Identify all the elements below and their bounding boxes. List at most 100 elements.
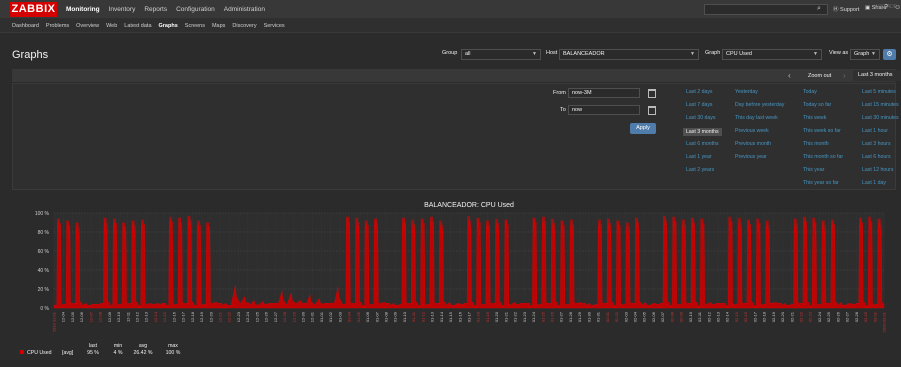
view-as-select[interactable]: Graph ▼ bbox=[850, 49, 880, 60]
quick-range-last-1-year[interactable]: Last 1 year bbox=[686, 154, 712, 160]
subnav-discovery[interactable]: Discovery bbox=[232, 23, 256, 29]
x-tick-label: 02-10 bbox=[688, 311, 693, 322]
x-tick-label: 01-10 bbox=[402, 311, 407, 322]
subnav-maps[interactable]: Maps bbox=[212, 23, 225, 29]
group-select[interactable]: all ▼ bbox=[461, 49, 541, 60]
subnav-problems[interactable]: Problems bbox=[46, 23, 69, 29]
quick-range-last-3-hours[interactable]: Last 3 hours bbox=[862, 141, 891, 147]
x-tick-label: 02-11 bbox=[697, 311, 702, 322]
filter-toggle-button[interactable]: ⚙ bbox=[883, 49, 896, 60]
time-range-tab[interactable]: Last 3 months bbox=[853, 70, 901, 81]
menu-configuration[interactable]: Configuration bbox=[176, 6, 215, 13]
subnav-services[interactable]: Services bbox=[264, 23, 285, 29]
menu-monitoring[interactable]: Monitoring bbox=[66, 6, 100, 13]
quick-range-this-year-so-far[interactable]: This year so far bbox=[803, 180, 839, 186]
quick-range-last-2-days[interactable]: Last 2 days bbox=[686, 89, 713, 95]
x-tick-label: 02-21 bbox=[789, 311, 794, 322]
search-input[interactable] bbox=[704, 4, 828, 15]
zoom-out-button[interactable]: Zoom out bbox=[808, 73, 831, 79]
x-tick-label: 01-03 bbox=[337, 311, 342, 322]
subnav-overview[interactable]: Overview bbox=[76, 23, 99, 29]
x-tick-label: 01-20 bbox=[494, 311, 499, 322]
share-icon: ▣ bbox=[865, 5, 871, 11]
x-tick-label: 01-06 bbox=[365, 311, 370, 322]
x-tick-label: 12-15 bbox=[162, 311, 167, 322]
quick-range-this-month-so-far[interactable]: This month so far bbox=[803, 154, 843, 160]
legend-value-min: 4 % bbox=[114, 350, 123, 356]
quick-range-this-year[interactable]: This year bbox=[803, 167, 824, 173]
quick-range-previous-year[interactable]: Previous year bbox=[735, 154, 767, 160]
x-tick-label: 01-22 bbox=[513, 311, 518, 322]
menu-administration[interactable]: Administration bbox=[224, 6, 265, 13]
apply-button[interactable]: Apply bbox=[630, 123, 656, 134]
zabbix-logo[interactable]: ZABBIX bbox=[10, 2, 57, 17]
subnav-dashboard[interactable]: Dashboard bbox=[12, 23, 39, 29]
quick-range-last-30-days[interactable]: Last 30 days bbox=[686, 115, 715, 121]
quick-range-last-6-hours[interactable]: Last 6 hours bbox=[862, 154, 891, 160]
quick-range-this-month[interactable]: This month bbox=[803, 141, 829, 147]
quick-range-this-day-last-week[interactable]: This day last week bbox=[735, 115, 778, 121]
chevron-down-icon: ▼ bbox=[690, 51, 695, 57]
x-tick-label: 02-08 bbox=[669, 311, 674, 322]
x-tick-label: 01-31 bbox=[596, 311, 601, 322]
x-tick-label: 01-13 bbox=[430, 311, 435, 322]
previous-period-button[interactable]: ‹ bbox=[788, 71, 791, 80]
quick-range-this-week-so-far[interactable]: This week so far bbox=[803, 128, 841, 134]
x-tick-label: 02-09 bbox=[679, 311, 684, 322]
x-tick-label: 02-28 bbox=[854, 311, 859, 322]
quick-range-last-2-years[interactable]: Last 2 years bbox=[686, 167, 714, 173]
subnav-screens[interactable]: Screens bbox=[185, 23, 205, 29]
x-tick-label: 02-22 bbox=[799, 311, 804, 322]
gear-icon: ⚙ bbox=[886, 51, 893, 58]
quick-range-last-1-day[interactable]: Last 1 day bbox=[862, 180, 886, 186]
x-tick-label: 12-13 bbox=[144, 311, 149, 322]
x-tick-label: 02-15 bbox=[734, 311, 739, 322]
to-input[interactable]: now bbox=[568, 105, 640, 115]
y-tick-label: 80 % bbox=[38, 230, 50, 236]
chevron-down-icon: ▼ bbox=[532, 51, 537, 57]
calendar-icon[interactable] bbox=[648, 89, 656, 98]
x-tick-label: 01-28 bbox=[568, 311, 573, 322]
quick-range-this-week[interactable]: This week bbox=[803, 115, 826, 121]
quick-range-last-30-minutes[interactable]: Last 30 minutes bbox=[862, 115, 899, 121]
subnav-graphs[interactable]: Graphs bbox=[159, 23, 178, 29]
from-input[interactable]: now-3M bbox=[568, 88, 640, 98]
x-tick-label: 12-24 bbox=[245, 311, 250, 322]
quick-range-last-5-minutes[interactable]: Last 5 minutes bbox=[862, 89, 896, 95]
quick-range-previous-week[interactable]: Previous week bbox=[735, 128, 769, 134]
next-period-button[interactable]: › bbox=[843, 71, 846, 80]
x-tick-label: 2019-11-01 bbox=[52, 311, 57, 332]
quick-range-today-so-far[interactable]: Today so far bbox=[803, 102, 831, 108]
support-link[interactable]: Ⓗ Support bbox=[833, 5, 859, 13]
quick-range-last-15-minutes[interactable]: Last 15 minutes bbox=[862, 102, 899, 108]
menu-inventory[interactable]: Inventory bbox=[109, 6, 136, 13]
quick-range-last-7-days[interactable]: Last 7 days bbox=[686, 102, 713, 108]
host-select[interactable]: BALANCEADOR ▼ bbox=[559, 49, 699, 60]
x-tick-label: 01-26 bbox=[550, 311, 555, 322]
x-tick-label: 01-18 bbox=[476, 311, 481, 322]
search-icon[interactable]: ⌕ bbox=[817, 5, 821, 13]
x-tick-label: 02-26 bbox=[835, 311, 840, 322]
time-navigation-bar bbox=[12, 69, 896, 82]
x-tick-label: 12-16 bbox=[171, 311, 176, 322]
x-tick-label: 02-27 bbox=[845, 311, 850, 322]
graph-label: Graph bbox=[705, 50, 721, 56]
cpu-used-chart[interactable]: BALANCEADOR: CPU Used 100 % 80 % 60 % 40 % 20… bbox=[12, 194, 896, 367]
quick-range-last-1-hour[interactable]: Last 1 hour bbox=[862, 128, 888, 134]
subnav-latest-data[interactable]: Latest data bbox=[124, 23, 151, 29]
calendar-icon[interactable] bbox=[648, 106, 656, 115]
subnav-web[interactable]: Web bbox=[106, 23, 117, 29]
quick-range-last-3-months[interactable]: Last 3 months bbox=[683, 128, 722, 136]
graph-select[interactable]: CPU Used ▼ bbox=[722, 49, 822, 60]
quick-range-today[interactable]: Today bbox=[803, 89, 817, 95]
quick-range-previous-month[interactable]: Previous month bbox=[735, 141, 771, 147]
quick-range-last-12-hours[interactable]: Last 12 hours bbox=[862, 167, 893, 173]
quick-range-last-6-months[interactable]: Last 6 months bbox=[686, 141, 719, 147]
x-tick-label: 12-17 bbox=[181, 311, 186, 322]
quick-range-yesterday[interactable]: Yesterday bbox=[735, 89, 758, 95]
menu-reports[interactable]: Reports bbox=[144, 6, 167, 13]
x-tick-label: 02-14 bbox=[725, 311, 730, 322]
x-tick-label: 02-18 bbox=[762, 311, 767, 322]
quick-range-day-before-yesterday[interactable]: Day before yesterday bbox=[735, 102, 784, 108]
x-tick-label: 01-24 bbox=[531, 311, 536, 322]
